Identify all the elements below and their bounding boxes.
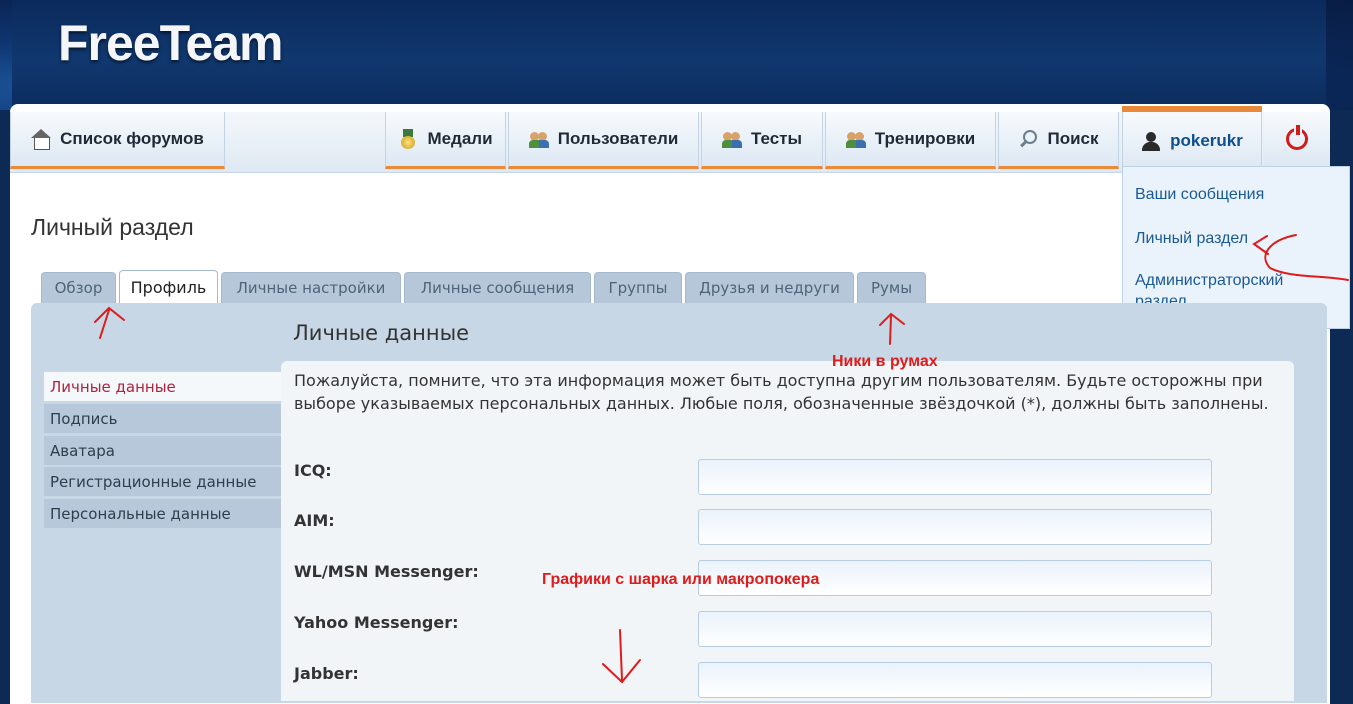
arrow-charts-down — [602, 629, 641, 684]
arrow-personal-area-link — [1252, 234, 1349, 281]
annotation-arrows — [94, 234, 1349, 684]
arrow-rooms-tab — [879, 312, 905, 345]
arrow-profile-tab — [94, 306, 125, 339]
